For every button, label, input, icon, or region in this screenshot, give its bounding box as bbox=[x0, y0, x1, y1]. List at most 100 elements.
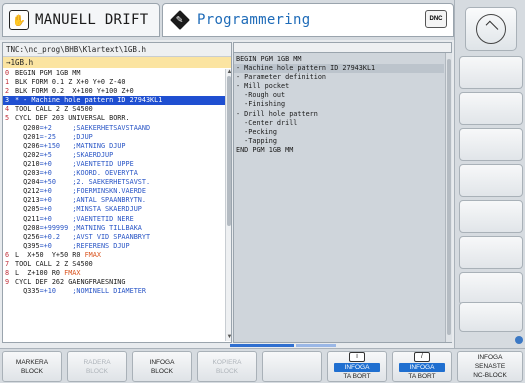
line-text: TOOL CALL 2 Z S4500 bbox=[15, 259, 93, 268]
code-line[interactable]: 2 BLK FORM 0.2 X+100 Y+100 Z+0 bbox=[3, 87, 225, 96]
structure-item[interactable]: -Center drill bbox=[234, 119, 444, 128]
line-text: BEGIN PGM 1GB MM bbox=[15, 69, 81, 77]
code-line[interactable]: Q256=+0.2 ;AVST VID SPAANBRYT bbox=[3, 233, 225, 242]
code-line[interactable]: 8 L Z+100 R0 FMAX bbox=[3, 269, 225, 278]
structure-item[interactable]: -Pecking bbox=[234, 128, 444, 137]
cnc-screen: ✋ MANUELL DRIFT ✎ Programmering DNC TNC:… bbox=[0, 0, 525, 383]
line-number bbox=[3, 196, 15, 205]
line-number bbox=[3, 133, 15, 142]
side-softkey-8[interactable] bbox=[459, 302, 523, 332]
structure-item[interactable]: BEGIN PGM 1GB MM bbox=[234, 55, 444, 64]
line-text: TOOL CALL 2 Z S4500 bbox=[15, 105, 93, 114]
code-lines: 0 BEGIN PGM 1GB MM 1 BLK FORM 0.1 Z X+0 Y+0… bbox=[3, 69, 225, 296]
code-line[interactable]: Q213=+0 ;ANTAL SPAANBRYTN. bbox=[3, 196, 225, 205]
insert-last-nc-block-softkey[interactable]: INFOGA SENASTE NC-BLOCK bbox=[457, 351, 523, 382]
mark-block-softkey[interactable]: MARKERA BLOCK bbox=[2, 351, 62, 382]
code-line[interactable]: 7 TOOL CALL 2 Z S4500 bbox=[3, 260, 225, 269]
structure-list: BEGIN PGM 1GB MM - Machine hole pattern I… bbox=[234, 55, 444, 155]
code-line[interactable]: Q395=+0 ;REFERENS DJUP bbox=[3, 242, 225, 251]
side-softkey-4[interactable] bbox=[459, 164, 523, 197]
line-text: Q200=+2 ;SAEKERHETSAVSTAAND bbox=[15, 123, 151, 132]
structure-item[interactable]: -Rough out bbox=[234, 91, 444, 100]
insert-delete-softkey-1[interactable]: i INFOGA TA BORT bbox=[327, 351, 387, 382]
code-line[interactable]: Q202=+5 ;SKAERDJUP bbox=[3, 151, 225, 160]
line-number bbox=[3, 287, 15, 296]
structure-item[interactable]: - Drill hole pattern bbox=[234, 110, 444, 119]
delete-block-softkey[interactable]: RADERA BLOCK bbox=[67, 351, 127, 382]
structure-item[interactable]: END PGM 1GB MM bbox=[234, 146, 444, 155]
line-text: Q201=-25 ;DJUP bbox=[15, 132, 93, 141]
line-number bbox=[3, 215, 15, 224]
insert-delete-softkey-2[interactable]: / INFOGA TA BORT bbox=[392, 351, 452, 382]
code-line[interactable]: Q210=+0 ;VAENTETID UPPE bbox=[3, 160, 225, 169]
code-line[interactable]: Q201=-25 ;DJUP bbox=[3, 133, 225, 142]
side-softkey-7[interactable] bbox=[459, 272, 523, 305]
slash-icon: / bbox=[414, 352, 430, 362]
structure-item[interactable]: -Finishing bbox=[234, 100, 444, 109]
line-text: L X+50 Y+50 R0 FMAX bbox=[15, 250, 101, 259]
line-number bbox=[3, 233, 15, 242]
code-line[interactable]: Q205=+0 ;MINSTA SKAERDJUP bbox=[3, 205, 225, 214]
code-line[interactable]: Q206=+150 ;MATNING DJUP bbox=[3, 142, 225, 151]
code-line[interactable]: Q335=+10 ;NOMINELL DIAMETER bbox=[3, 287, 225, 296]
line-number: 5 bbox=[5, 114, 10, 123]
line-number bbox=[3, 160, 15, 169]
code-line[interactable]: Q200=+2 ;SAEKERHETSAVSTAAND bbox=[3, 124, 225, 133]
line-text: Q202=+5 ;SKAERDJUP bbox=[15, 150, 114, 159]
scroll-up-icon[interactable]: ▲ bbox=[226, 69, 231, 76]
softkey-page-indicator bbox=[296, 344, 336, 347]
code-line[interactable]: 4 TOOL CALL 2 Z S4500 bbox=[3, 105, 225, 114]
structure-panel[interactable]: BEGIN PGM 1GB MM - Machine hole pattern I… bbox=[233, 52, 452, 343]
code-line[interactable]: Q212=+0 ;FOERMINSKN.VAERDE bbox=[3, 187, 225, 196]
code-line[interactable]: Q204=+50 ;2. SAEKERHETSAVST. bbox=[3, 178, 225, 187]
side-softkey-6[interactable] bbox=[459, 236, 523, 269]
side-softkey-3[interactable] bbox=[459, 128, 523, 161]
line-number bbox=[3, 151, 15, 160]
line-number: 1 bbox=[5, 78, 10, 87]
structure-item[interactable]: - Machine hole pattern ID 27943KL1 bbox=[234, 64, 444, 74]
code-line[interactable]: 1 BLK FORM 0.1 Z X+0 Y+0 Z-40 bbox=[3, 78, 225, 87]
structure-scrollbar[interactable] bbox=[445, 53, 452, 342]
insert-block-softkey[interactable]: INFOGA BLOCK bbox=[132, 351, 192, 382]
code-line[interactable]: 6 L X+50 Y+50 R0 FMAX bbox=[3, 251, 225, 260]
structure-header bbox=[233, 42, 452, 52]
side-softkey-1[interactable] bbox=[459, 56, 523, 89]
code-line[interactable]: 9 CYCL DEF 262 GAENGFRAESNING bbox=[3, 278, 225, 287]
page-indicator-icon bbox=[515, 336, 523, 344]
dial-button[interactable] bbox=[465, 7, 517, 51]
scroll-thumb[interactable] bbox=[227, 76, 231, 226]
line-number bbox=[3, 242, 15, 251]
mode-tab-programming[interactable]: ✎ Programmering bbox=[162, 3, 454, 37]
empty-softkey-5[interactable] bbox=[262, 351, 322, 382]
copy-block-softkey[interactable]: KOPIERA BLOCK bbox=[197, 351, 257, 382]
line-text: Q256=+0.2 ;AVST VID SPAANBRYT bbox=[15, 232, 151, 241]
cursor-icon: i bbox=[349, 352, 365, 362]
structure-item[interactable]: - Parameter definition bbox=[234, 73, 444, 82]
softkey-page-indicator-active bbox=[230, 344, 294, 347]
mode-programming-label: Programmering bbox=[197, 12, 311, 28]
program-editor[interactable]: TNC:\nc_prog\BHB\Klartext\1GB.h →1GB.h 0… bbox=[2, 42, 232, 343]
line-number: 2 bbox=[5, 87, 10, 96]
dnc-indicator: DNC bbox=[425, 10, 447, 28]
line-number bbox=[3, 124, 15, 133]
side-softkey-2[interactable] bbox=[459, 92, 523, 125]
line-number bbox=[3, 205, 15, 214]
code-line[interactable]: Q208=+99999 ;MATNING TILLBAKA bbox=[3, 224, 225, 233]
line-number: 6 bbox=[5, 250, 10, 259]
code-line[interactable]: 3 * - Machine hole pattern ID 27943KL1 bbox=[3, 96, 225, 106]
code-line[interactable]: 5 CYCL DEF 203 UNIVERSAL BORR. bbox=[3, 114, 225, 123]
structure-item[interactable]: -Tapping bbox=[234, 137, 444, 146]
line-number bbox=[3, 142, 15, 151]
side-softkey-5[interactable] bbox=[459, 200, 523, 233]
line-text: Q212=+0 ;FOERMINSKN.VAERDE bbox=[15, 187, 146, 196]
code-line[interactable]: 0 BEGIN PGM 1GB MM bbox=[3, 69, 225, 78]
code-line[interactable]: Q203=+0 ;KOORD. OEVERYTA bbox=[3, 169, 225, 178]
mode-tab-manual[interactable]: ✋ MANUELL DRIFT bbox=[2, 3, 160, 37]
code-line[interactable]: Q211=+0 ;VAENTETID NERE bbox=[3, 215, 225, 224]
editor-scrollbar[interactable]: ▲ ▼ bbox=[225, 69, 231, 341]
dial-icon bbox=[476, 14, 506, 44]
line-number bbox=[3, 178, 15, 187]
scroll-down-icon[interactable]: ▼ bbox=[226, 334, 231, 341]
line-text: Q208=+99999 ;MATNING TILLBAKA bbox=[15, 223, 142, 232]
structure-item[interactable]: - Mill pocket bbox=[234, 82, 444, 91]
